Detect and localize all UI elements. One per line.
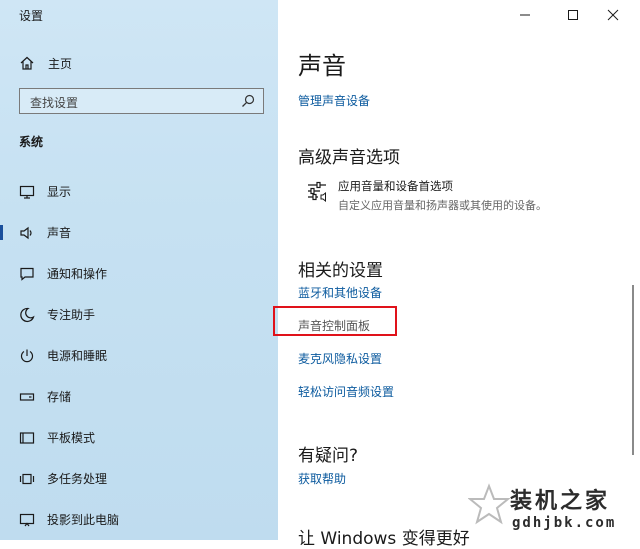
scrollbar[interactable]	[632, 285, 634, 455]
mic-privacy-link[interactable]: 麦克风隐私设置	[298, 350, 382, 367]
sidebar-item-label: 平板模式	[47, 431, 96, 445]
watermark: 装机之家 gdhjbk.com	[468, 481, 638, 539]
home-label: 主页	[48, 56, 73, 71]
sidebar-item-storage[interactable]: 存储	[0, 376, 278, 417]
bluetooth-devices-link[interactable]: 蓝牙和其他设备	[298, 284, 382, 301]
sidebar-item-label: 投影到此电脑	[47, 513, 120, 527]
display-icon	[19, 185, 35, 199]
search-placeholder: 查找设置	[30, 96, 79, 110]
app-volume-description: 自定义应用音量和扬声器或其使用的设备。	[338, 199, 547, 212]
sidebar-item-display[interactable]: 显示	[0, 171, 278, 212]
sidebar-item-sound[interactable]: 声音	[0, 212, 278, 253]
watermark-url: gdhjbk.com	[512, 515, 617, 531]
page-title: 声音	[298, 52, 346, 80]
related-settings-heading: 相关的设置	[298, 261, 383, 281]
sidebar-item-notifications[interactable]: 通知和操作	[0, 253, 278, 294]
sidebar: 设置 主页 查找设置 系统 显示 声音 通知和操作 专注助手 电源和睡眠 存储 …	[0, 0, 278, 540]
multitask-icon	[19, 473, 35, 484]
nav-list: 显示 声音 通知和操作 专注助手 电源和睡眠 存储 平板模式 多任务处理 投影到…	[0, 171, 278, 540]
sidebar-item-label: 通知和操作	[47, 267, 108, 281]
app-volume-title: 应用音量和设备首选项	[338, 179, 453, 193]
question-heading: 有疑问?	[298, 446, 359, 466]
home-nav-item[interactable]: 主页	[19, 53, 72, 73]
moon-icon	[20, 307, 35, 322]
feedback-heading-cut-off: 让 Windows 变得更好	[298, 529, 470, 549]
content-pane: 声音 管理声音设备 高级声音选项 应用音量和设备首选项 自定义应用音量和扬声器或…	[273, 0, 640, 549]
search-input[interactable]: 查找设置	[19, 88, 264, 114]
star-logo-icon	[468, 483, 510, 525]
power-icon	[20, 349, 34, 362]
speaker-icon	[20, 226, 32, 239]
sidebar-item-tablet-mode[interactable]: 平板模式	[0, 417, 278, 458]
watermark-text: 装机之家	[510, 489, 611, 514]
project-icon	[19, 513, 35, 526]
search-icon[interactable]	[241, 94, 255, 108]
app-volume-preferences-item[interactable]: 应用音量和设备首选项 自定义应用音量和扬声器或其使用的设备。	[306, 178, 547, 213]
notification-icon	[20, 267, 34, 281]
advanced-sound-heading: 高级声音选项	[298, 148, 400, 168]
sidebar-item-label: 存储	[47, 390, 72, 404]
sidebar-item-multitasking[interactable]: 多任务处理	[0, 458, 278, 499]
app-title: 设置	[19, 9, 44, 23]
ease-of-access-audio-link[interactable]: 轻松访问音频设置	[298, 383, 394, 400]
manage-sound-devices-link[interactable]: 管理声音设备	[298, 92, 370, 109]
tablet-icon	[19, 431, 35, 444]
storage-icon	[19, 392, 35, 401]
sidebar-item-power-sleep[interactable]: 电源和睡眠	[0, 335, 278, 376]
sidebar-item-label: 专注助手	[47, 308, 96, 322]
sidebar-item-label: 电源和睡眠	[47, 349, 108, 363]
sidebar-item-label: 声音	[47, 226, 72, 240]
get-help-link[interactable]: 获取帮助	[298, 470, 346, 487]
sound-control-panel-link[interactable]: 声音控制面板	[298, 317, 370, 334]
section-label: 系统	[19, 135, 44, 149]
sliders-icon	[308, 181, 326, 202]
sidebar-item-project-to-pc[interactable]: 投影到此电脑	[0, 499, 278, 540]
home-icon	[20, 56, 34, 70]
sidebar-item-focus-assist[interactable]: 专注助手	[0, 294, 278, 335]
sidebar-item-label: 显示	[47, 185, 72, 199]
sidebar-item-label: 多任务处理	[47, 472, 108, 486]
